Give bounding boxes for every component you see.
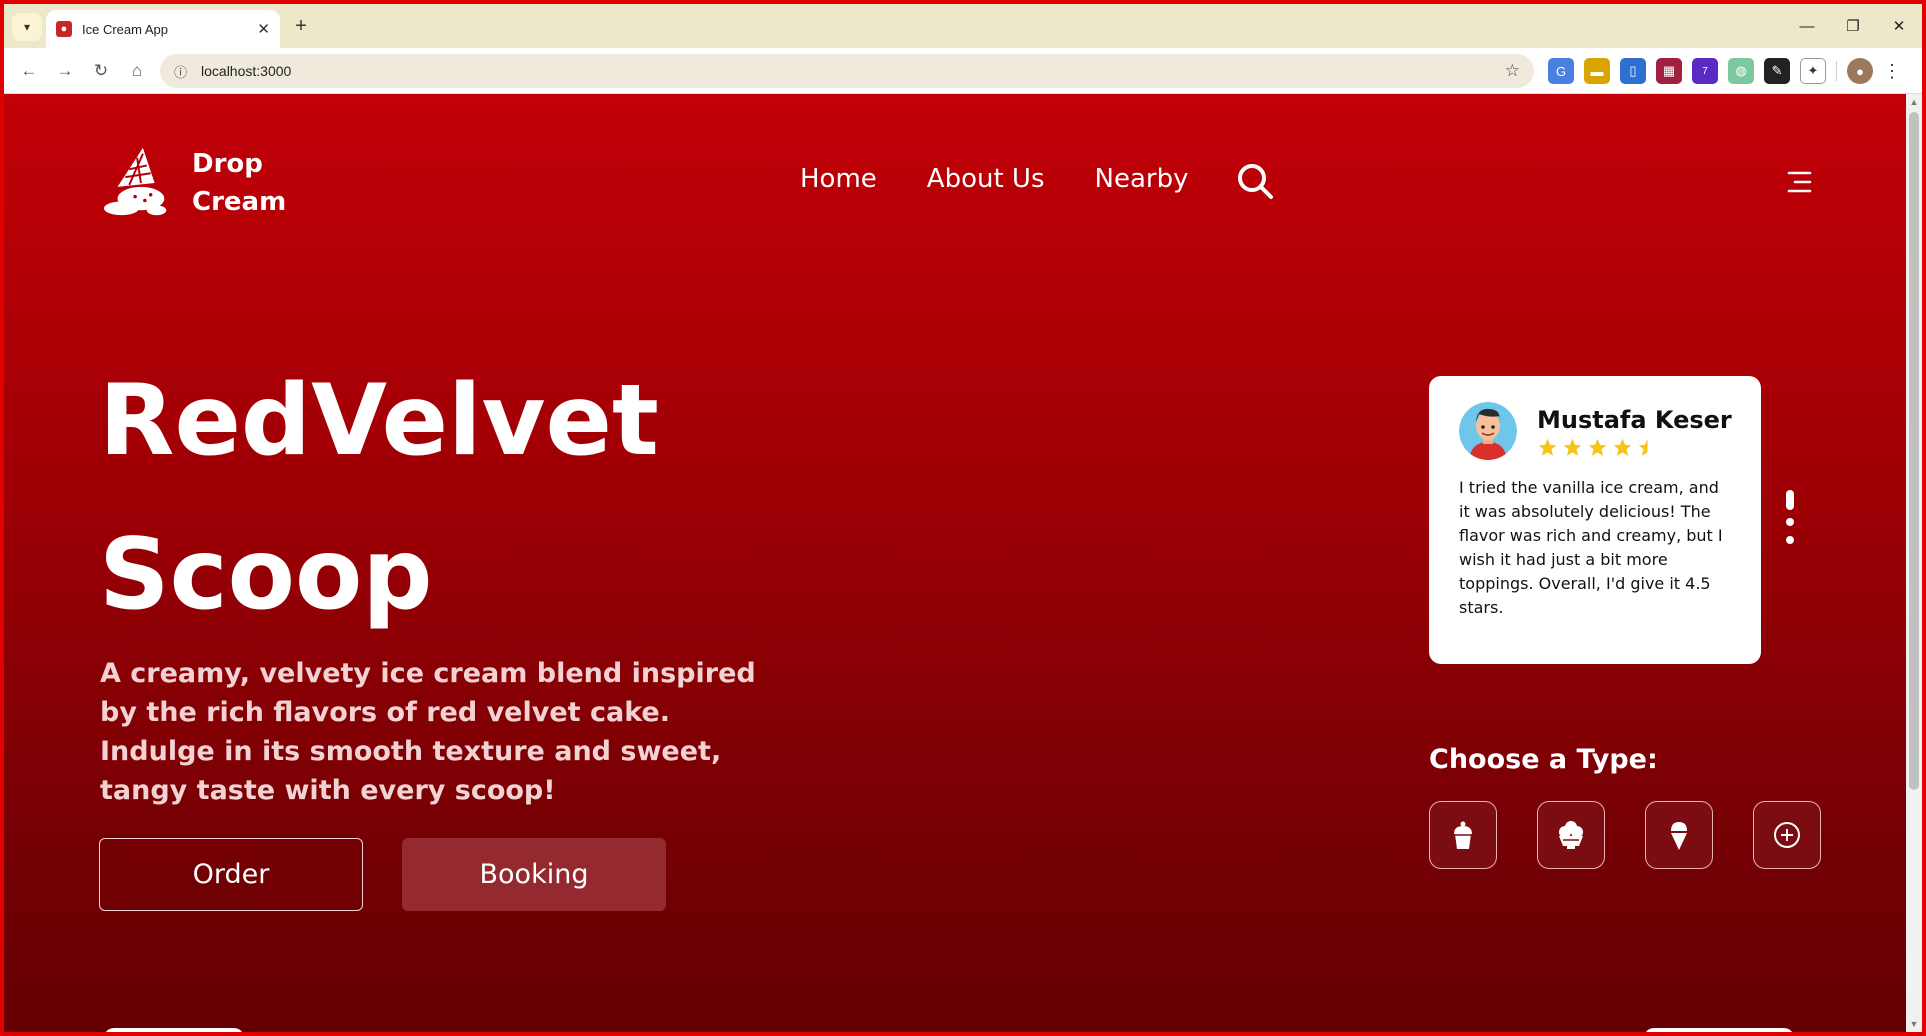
profile-avatar[interactable]: ● bbox=[1847, 58, 1873, 84]
browser-window: ▾ ● Ice Cream App ✕ + — ❐ ✕ ← → ↻ ⌂ ⓘ lo… bbox=[4, 4, 1922, 1032]
scroll-down-icon[interactable]: ▼ bbox=[1906, 1016, 1922, 1032]
site-info-icon[interactable]: ⓘ bbox=[174, 62, 187, 81]
url-text[interactable]: localhost:3000 bbox=[201, 63, 1505, 79]
eyedropper-icon[interactable]: ✎ bbox=[1764, 58, 1790, 84]
extension-badge: 7 bbox=[1702, 65, 1708, 77]
nav-nearby[interactable]: Nearby bbox=[1095, 164, 1189, 194]
extensions-bar: G ▬ ▯ ▦ 7 ◍ ✎ ✦ ● ⋮ bbox=[1548, 58, 1901, 84]
extension-icon[interactable]: ▬ bbox=[1584, 58, 1610, 84]
scroll-up-icon[interactable]: ▲ bbox=[1906, 94, 1922, 110]
favicon-icon: ● bbox=[56, 21, 72, 37]
review-header: Mustafa Keser bbox=[1459, 402, 1733, 460]
star-icon bbox=[1563, 438, 1582, 456]
cone-icon bbox=[1671, 822, 1687, 850]
chevron-down-icon: ▾ bbox=[23, 20, 31, 34]
tab-search-button[interactable]: ▾ bbox=[12, 13, 42, 41]
translate-extension-icon[interactable]: G bbox=[1548, 58, 1574, 84]
back-icon[interactable]: ← bbox=[16, 58, 42, 84]
hero-title-line-1: RedVelvet bbox=[99, 364, 659, 478]
brand-line-1: Drop bbox=[192, 149, 263, 179]
forward-icon[interactable]: → bbox=[52, 58, 78, 84]
booking-button[interactable]: Booking bbox=[402, 838, 666, 911]
type-cup-button[interactable] bbox=[1429, 801, 1497, 869]
logo[interactable]: Drop Cream bbox=[100, 144, 286, 222]
reload-icon[interactable]: ↻ bbox=[88, 58, 114, 84]
restore-icon[interactable]: ❐ bbox=[1830, 4, 1876, 48]
tab-strip: ▾ ● Ice Cream App ✕ + — ❐ ✕ bbox=[4, 4, 1922, 48]
reviewer-name: Mustafa Keser bbox=[1537, 405, 1732, 434]
extension-icon[interactable]: ◍ bbox=[1728, 58, 1754, 84]
window-close-icon[interactable]: ✕ bbox=[1876, 4, 1922, 48]
hero-title: RedVelvet Scoop bbox=[99, 344, 659, 652]
half-star-icon bbox=[1638, 438, 1648, 456]
app-page: Drop Cream Home About Us Nearby RedVelve… bbox=[4, 94, 1906, 1032]
brand-name: Drop Cream bbox=[192, 145, 286, 221]
close-icon[interactable]: ✕ bbox=[257, 20, 270, 38]
tab-title: Ice Cream App bbox=[82, 21, 168, 37]
review-pagination bbox=[1785, 490, 1795, 554]
toolbar-divider bbox=[1836, 61, 1837, 81]
page-scrollbar[interactable]: ▲ ▼ bbox=[1906, 94, 1922, 1032]
nav-home[interactable]: Home bbox=[800, 164, 877, 194]
browser-toolbar: ← → ↻ ⌂ ⓘ localhost:3000 ☆ G ▬ ▯ ▦ 7 ◍ ✎… bbox=[4, 48, 1922, 94]
star-rating bbox=[1537, 437, 1732, 458]
home-icon[interactable]: ⌂ bbox=[124, 58, 150, 84]
next-section-card-right bbox=[1644, 1028, 1794, 1032]
bookmark-star-icon[interactable]: ☆ bbox=[1505, 61, 1520, 81]
ice-cream-logo-icon bbox=[103, 147, 167, 216]
review-card: Mustafa Keser I tried the vanilla ice cr… bbox=[1429, 376, 1761, 664]
avatar bbox=[1459, 402, 1517, 460]
star-icon bbox=[1538, 438, 1557, 456]
puzzle-icon[interactable]: ✦ bbox=[1800, 58, 1826, 84]
add-icon bbox=[1774, 822, 1800, 848]
extension-badge-icon[interactable]: 7 bbox=[1692, 58, 1718, 84]
minimize-icon[interactable]: — bbox=[1784, 4, 1830, 48]
address-bar[interactable]: ⓘ localhost:3000 ☆ bbox=[160, 54, 1534, 88]
choose-type-title: Choose a Type: bbox=[1429, 744, 1658, 775]
scrollbar-thumb[interactable] bbox=[1909, 112, 1919, 790]
star-icon bbox=[1588, 438, 1607, 456]
more-menu-icon[interactable]: ⋮ bbox=[1883, 61, 1901, 82]
next-section-card-left bbox=[104, 1028, 244, 1032]
new-tab-button[interactable]: + bbox=[290, 15, 312, 37]
hero-title-line-2: Scoop bbox=[99, 518, 433, 632]
pagination-dot[interactable] bbox=[1786, 536, 1794, 544]
review-meta: Mustafa Keser bbox=[1537, 405, 1732, 458]
type-add-button[interactable] bbox=[1753, 801, 1821, 869]
order-button[interactable]: Order bbox=[99, 838, 363, 911]
window-controls: — ❐ ✕ bbox=[1784, 4, 1922, 48]
hero-description: A creamy, velvety ice cream blend inspir… bbox=[100, 658, 756, 806]
brand-line-2: Cream bbox=[192, 187, 287, 217]
nav-about-us[interactable]: About Us bbox=[927, 164, 1045, 194]
pagination-dot[interactable] bbox=[1786, 518, 1794, 526]
review-text: I tried the vanilla ice cream, and it wa… bbox=[1459, 478, 1723, 617]
sundae-icon bbox=[1559, 821, 1583, 849]
extension-icon[interactable]: ▦ bbox=[1656, 58, 1682, 84]
type-sundae-button[interactable] bbox=[1537, 801, 1605, 869]
star-icon bbox=[1613, 438, 1632, 456]
type-options bbox=[1429, 801, 1821, 869]
extension-icon[interactable]: ▯ bbox=[1620, 58, 1646, 84]
type-cone-button[interactable] bbox=[1645, 801, 1713, 869]
active-tab[interactable]: ● Ice Cream App ✕ bbox=[46, 10, 280, 48]
pagination-dot-active[interactable] bbox=[1786, 490, 1794, 510]
search-icon[interactable] bbox=[1236, 162, 1274, 200]
main-nav: Home About Us Nearby bbox=[800, 164, 1188, 194]
cup-icon bbox=[1454, 821, 1472, 849]
hamburger-menu-icon[interactable] bbox=[1786, 170, 1812, 194]
